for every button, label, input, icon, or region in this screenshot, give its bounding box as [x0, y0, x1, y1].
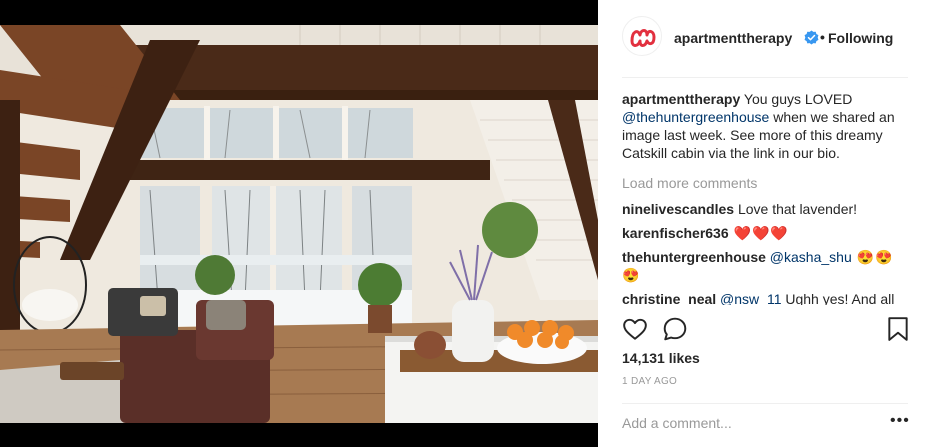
comment: ninelivescandles Love that lavender! [622, 200, 904, 218]
header-divider [622, 77, 908, 78]
post-photo[interactable] [0, 0, 598, 447]
comment-mention[interactable]: @nsw_11 [720, 291, 781, 305]
comment-box-divider [622, 403, 908, 404]
speech-bubble-icon[interactable] [662, 316, 688, 342]
post-author-username[interactable]: apartmenttherapy [674, 30, 792, 46]
add-comment-input[interactable]: Add a comment... [622, 415, 732, 431]
apartmenttherapy-logo-icon [630, 29, 656, 47]
avatar[interactable] [622, 16, 662, 56]
comment: thehuntergreenhouse @kasha_shu 😍😍😍 [622, 248, 904, 284]
comment-username[interactable]: karenfischer636 [622, 225, 729, 241]
comment: karenfischer636 ❤️❤️❤️ [622, 224, 904, 242]
post-side-panel: apartmenttherapy • Following apartmentth… [598, 0, 930, 447]
comment-username[interactable]: ninelivescandles [622, 201, 734, 217]
comment-username[interactable]: thehuntergreenhouse [622, 249, 766, 265]
post-timestamp[interactable]: 1 DAY AGO [622, 376, 677, 387]
caption-author[interactable]: apartmenttherapy [622, 91, 740, 107]
post-actions [622, 316, 912, 344]
caption-text-1: You guys LOVED [740, 91, 853, 107]
separator-dot: • [820, 29, 825, 45]
instagram-post: apartmenttherapy • Following apartmentth… [0, 0, 930, 447]
comment-text: Ughh yes! And all [781, 291, 895, 305]
bookmark-icon[interactable] [886, 316, 910, 342]
comments-list[interactable]: apartmenttherapy You guys LOVED @thehunt… [622, 90, 904, 305]
heart-outline-icon[interactable] [622, 316, 648, 342]
comment: christine_neal @nsw_11 Ughh yes! And all [622, 290, 904, 305]
comment-text: ❤️❤️❤️ [728, 225, 789, 241]
comment-username[interactable]: christine_neal [622, 291, 716, 305]
post-caption: apartmenttherapy You guys LOVED @thehunt… [622, 90, 904, 162]
more-options-button[interactable]: ••• [890, 412, 910, 430]
likes-count[interactable]: 14,131 likes [622, 350, 700, 366]
load-more-comments-button[interactable]: Load more comments [622, 174, 904, 192]
cabin-interior-image [0, 0, 598, 447]
comment-mention[interactable]: @kasha_shu [770, 249, 852, 265]
verified-badge-icon [804, 30, 819, 45]
post-header: apartmenttherapy • Following [598, 0, 930, 78]
caption-mention[interactable]: @thehuntergreenhouse [622, 109, 769, 125]
comment-text: Love that lavender! [734, 201, 858, 217]
following-button[interactable]: Following [828, 30, 893, 46]
